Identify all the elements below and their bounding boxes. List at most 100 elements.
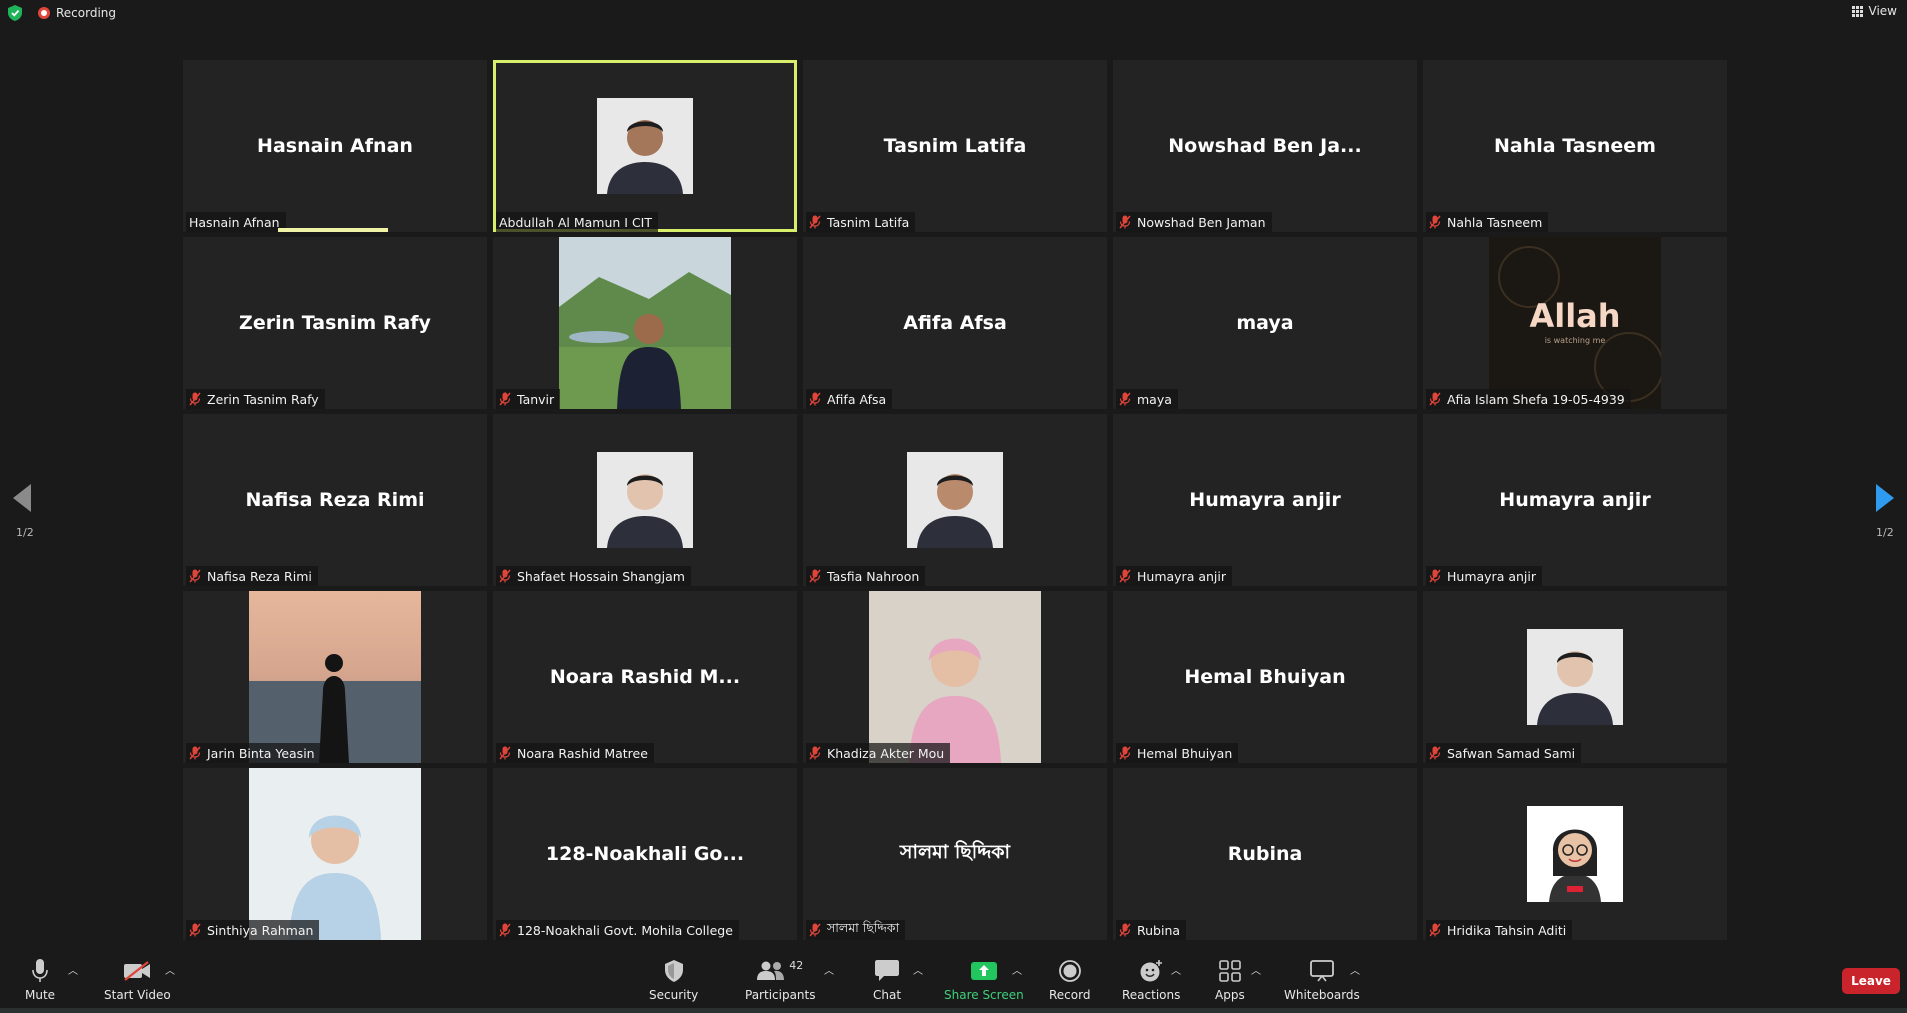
participant-name: Humayra anjir [1137, 568, 1226, 584]
participant-tile[interactable]: সালমা ছিদ্দিকা সালমা ছিদ্দিকা [803, 768, 1107, 940]
participant-name: Hemal Bhuiyan [1137, 745, 1233, 761]
participant-tile[interactable]: Humayra anjir Humayra anjir [1113, 414, 1417, 586]
muted-mic-icon [809, 569, 821, 583]
view-button[interactable]: View [1851, 4, 1897, 18]
participants-options-caret-icon[interactable]: ︿ [824, 962, 834, 977]
participant-tile[interactable]: Jarin Binta Yeasin [183, 591, 487, 763]
participants-button[interactable]: 42 Participants [745, 958, 816, 1003]
participant-name: Safwan Samad Sami [1447, 745, 1576, 761]
participant-name: Khadiza Akter Mou [827, 745, 945, 761]
muted-mic-icon [1429, 392, 1441, 406]
participant-name: Rubina [1137, 922, 1181, 938]
participant-tile[interactable]: 128-Noakhali Go... 128-Noakhali Govt. Moh… [493, 768, 797, 940]
view-label: View [1868, 4, 1897, 18]
video-off-icon [124, 961, 151, 981]
muted-mic-icon [809, 215, 821, 229]
participant-name: Afia Islam Shefa 19-05-4939 [1447, 391, 1625, 407]
recording-indicator[interactable]: Recording [38, 4, 116, 22]
participant-tile[interactable]: Tanvir [493, 237, 797, 409]
share-screen-label: Share Screen [944, 988, 1024, 1002]
participant-name-label: Tasfia Nahroon [806, 566, 926, 586]
triangle-right-icon [1876, 484, 1894, 512]
participant-tile[interactable]: Safwan Samad Sami [1423, 591, 1727, 763]
participant-name: Zerin Tasnim Rafy [207, 391, 319, 407]
start-video-button[interactable]: Start Video [104, 958, 171, 1002]
reactions-options-caret-icon[interactable]: ︿ [1171, 962, 1181, 977]
participant-tile[interactable]: Hridika Tahsin Aditi [1423, 768, 1727, 940]
participant-tile[interactable]: Nafisa Reza Rimi Nafisa Reza Rimi [183, 414, 487, 586]
top-bar: Recording View [0, 0, 1907, 26]
grid-view-icon [1851, 5, 1863, 17]
mute-button[interactable]: Mute [25, 958, 55, 1002]
participant-name: Noara Rashid Matree [517, 745, 648, 761]
previous-page-button[interactable] [13, 484, 31, 516]
apps-button[interactable]: Apps [1215, 958, 1245, 1002]
muted-mic-icon [1119, 923, 1131, 937]
mute-options-caret-icon[interactable]: ︿ [68, 962, 78, 977]
share-options-caret-icon[interactable]: ︿ [1012, 962, 1022, 977]
participant-tile[interactable]: Humayra anjir Humayra anjir [1423, 414, 1727, 586]
svg-text:Allah: Allah [1529, 297, 1620, 335]
participant-name: Nowshad Ben Jaman [1137, 214, 1266, 230]
participant-tile[interactable]: Hemal Bhuiyan Hemal Bhuiyan [1113, 591, 1417, 763]
participant-tile[interactable]: maya maya [1113, 237, 1417, 409]
participant-name-label: maya [1116, 389, 1178, 409]
participant-tile[interactable]: Nowshad Ben Ja... Nowshad Ben Jaman [1113, 60, 1417, 232]
participant-name: Sinthiya Rahman [207, 922, 314, 938]
participant-name-label: Shafaet Hossain Shangjam [496, 566, 691, 586]
leave-button[interactable]: Leave [1842, 968, 1900, 994]
participant-name-label: Jarin Binta Yeasin [186, 743, 321, 763]
participant-name-label: Afia Islam Shefa 19-05-4939 [1426, 389, 1631, 409]
participant-name-label: Nowshad Ben Jaman [1116, 212, 1272, 232]
participant-display-name: Humayra anjir [1189, 489, 1341, 511]
start-video-label: Start Video [104, 988, 171, 1002]
participant-name: 128-Noakhali Govt. Mohila College [517, 922, 733, 938]
participant-display-name: Nowshad Ben Ja... [1168, 135, 1362, 157]
participant-name-label: Tasnim Latifa [806, 212, 916, 232]
security-shield-icon[interactable] [8, 5, 22, 21]
participant-name: Jarin Binta Yeasin [207, 745, 315, 761]
participant-name: Afifa Afsa [827, 391, 887, 407]
chat-button[interactable]: Chat [873, 958, 901, 1002]
video-options-caret-icon[interactable]: ︿ [165, 962, 175, 977]
chat-options-caret-icon[interactable]: ︿ [913, 962, 923, 977]
participant-name: Hridika Tahsin Aditi [1447, 922, 1567, 938]
participant-tile[interactable]: Zerin Tasnim Rafy Zerin Tasnim Rafy [183, 237, 487, 409]
participant-tile[interactable]: Shafaet Hossain Shangjam [493, 414, 797, 586]
meeting-toolbar: Mute ︿ Start Video ︿ Security 42 Partici… [0, 948, 1907, 1013]
participant-name-label: Hridika Tahsin Aditi [1426, 920, 1573, 940]
muted-mic-icon [809, 746, 821, 760]
participant-tile[interactable]: Sinthiya Rahman [183, 768, 487, 940]
whiteboards-button[interactable]: Whiteboards [1284, 958, 1360, 1002]
whiteboards-options-caret-icon[interactable]: ︿ [1350, 962, 1360, 977]
security-button[interactable]: Security [649, 958, 698, 1002]
participant-display-name: Zerin Tasnim Rafy [239, 312, 431, 334]
muted-mic-icon [499, 392, 511, 406]
participant-tile[interactable]: Nahla Tasneem Nahla Tasneem [1423, 60, 1727, 232]
participant-tile[interactable]: Allah is watching me Afia Islam Shefa 19-0… [1423, 237, 1727, 409]
participant-tile[interactable]: Khadiza Akter Mou [803, 591, 1107, 763]
participant-display-name: 128-Noakhali Go... [545, 843, 745, 865]
participant-tile[interactable]: Rubina Rubina [1113, 768, 1417, 940]
participant-name-label: Hasnain Afnan [186, 212, 286, 232]
microphone-icon [32, 959, 48, 982]
participant-tile[interactable]: Hasnain Afnan Hasnain Afnan [183, 60, 487, 232]
apps-options-caret-icon[interactable]: ︿ [1251, 962, 1261, 977]
record-button[interactable]: Record [1049, 958, 1090, 1002]
participant-name-label: Rubina [1116, 920, 1187, 940]
chat-bubble-icon [875, 960, 900, 981]
participant-tile[interactable]: Tasnim Latifa Tasnim Latifa [803, 60, 1107, 232]
muted-mic-icon [1119, 746, 1131, 760]
whiteboard-icon [1309, 960, 1334, 982]
page-indicator-right: 1/2 [1876, 526, 1894, 539]
security-label: Security [649, 988, 699, 1002]
emoji-icon [1140, 960, 1163, 982]
next-page-button[interactable] [1876, 484, 1894, 516]
participant-display-name: Nahla Tasneem [1494, 135, 1656, 157]
participant-tile[interactable]: Tasfia Nahroon [803, 414, 1107, 586]
participant-tile[interactable]: Noara Rashid M... Noara Rashid Matree [493, 591, 797, 763]
mute-label: Mute [25, 988, 56, 1002]
participant-display-name: Tasnim Latifa [883, 135, 1027, 157]
participant-tile[interactable]: Abdullah Al Mamun I CIT [493, 60, 797, 232]
participant-tile[interactable]: Afifa Afsa Afifa Afsa [803, 237, 1107, 409]
